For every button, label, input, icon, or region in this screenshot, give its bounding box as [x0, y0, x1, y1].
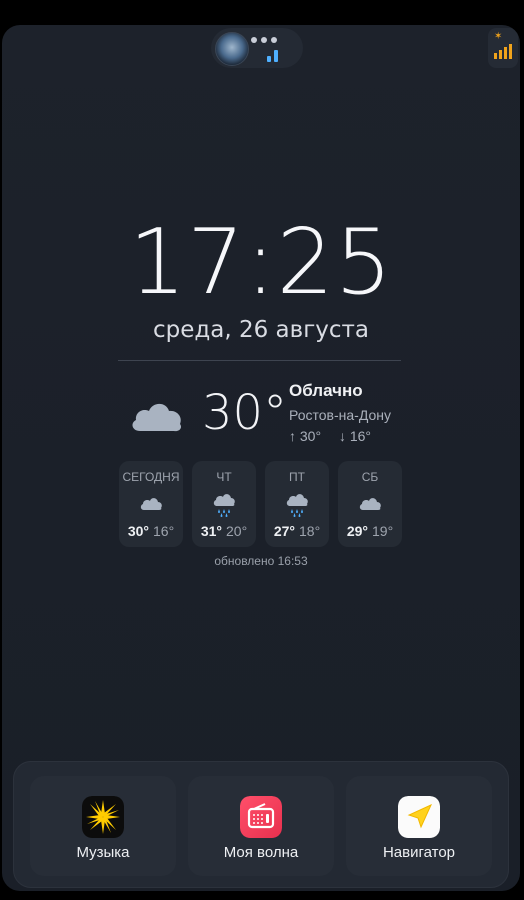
temperature-high: ↑ 30° [289, 428, 322, 444]
avatar-icon[interactable] [215, 32, 249, 66]
app-dock: Музыка Моя волна Навигатор [13, 761, 509, 888]
forecast-low: 16° [153, 523, 175, 539]
network-indicator[interactable]: ✶ [488, 28, 518, 68]
clock-time[interactable]: 17:25 [2, 213, 520, 313]
temperature-low: ↓ 16° [338, 428, 372, 444]
forecast-high: 31° [200, 523, 222, 539]
forecast-day[interactable]: СБ 29° 19° [338, 461, 402, 547]
forecast-day-name: ЧТ [216, 470, 232, 484]
temperature-range: ↑ 30° ↓ 16° [289, 428, 385, 444]
app-my-wave[interactable]: Моя волна [188, 776, 334, 876]
app-label: Навигатор [382, 844, 456, 861]
forecast-high: 30° [127, 523, 149, 539]
rain-icon [286, 494, 308, 517]
forecast-day[interactable]: СЕГОДНЯ 30° 16° [119, 461, 183, 547]
sparkle-icon: ✶ [494, 31, 503, 42]
cloud-icon [140, 498, 162, 510]
navigator-icon [398, 796, 440, 838]
cloud-icon [359, 498, 381, 510]
clock-date: среда, 26 августа [152, 317, 370, 343]
notification-dots [251, 37, 277, 43]
weather-condition: Облачно [289, 381, 363, 400]
forecast-low: 20° [226, 523, 248, 539]
forecast-day[interactable]: ЧТ 31° 20° [192, 461, 256, 547]
forecast-row: СЕГОДНЯ 30° 16° ЧТ 31° 20° ПТ 27° 18° СБ… [119, 461, 402, 547]
radio-icon [240, 796, 282, 838]
lock-screen: ✶ 17:25 среда, 26 августа 30° Облачно Ро… [2, 25, 520, 891]
forecast-low: 19° [372, 523, 394, 539]
forecast-high: 27° [273, 523, 295, 539]
signal-icon [267, 44, 285, 62]
weather-city: Ростов-на-Дону [289, 407, 391, 423]
current-temperature: 30° [202, 385, 288, 441]
app-label: Музыка [76, 844, 130, 861]
forecast-low: 18° [299, 523, 321, 539]
rain-icon [213, 494, 235, 517]
app-music[interactable]: Музыка [30, 776, 176, 876]
weather-updated: обновлено 16:53 [214, 554, 308, 568]
music-icon [82, 796, 124, 838]
forecast-day[interactable]: ПТ 27° 18° [265, 461, 329, 547]
cloud-icon [132, 403, 182, 432]
status-pill[interactable] [211, 28, 303, 68]
forecast-day-name: СБ [361, 470, 379, 484]
forecast-day-name: ПТ [289, 470, 305, 484]
app-navigator[interactable]: Навигатор [346, 776, 492, 876]
divider [118, 360, 401, 361]
cellular-signal-icon [494, 44, 512, 59]
app-label: Моя волна [223, 844, 299, 861]
forecast-high: 29° [346, 523, 368, 539]
forecast-day-name: СЕГОДНЯ [122, 470, 180, 484]
